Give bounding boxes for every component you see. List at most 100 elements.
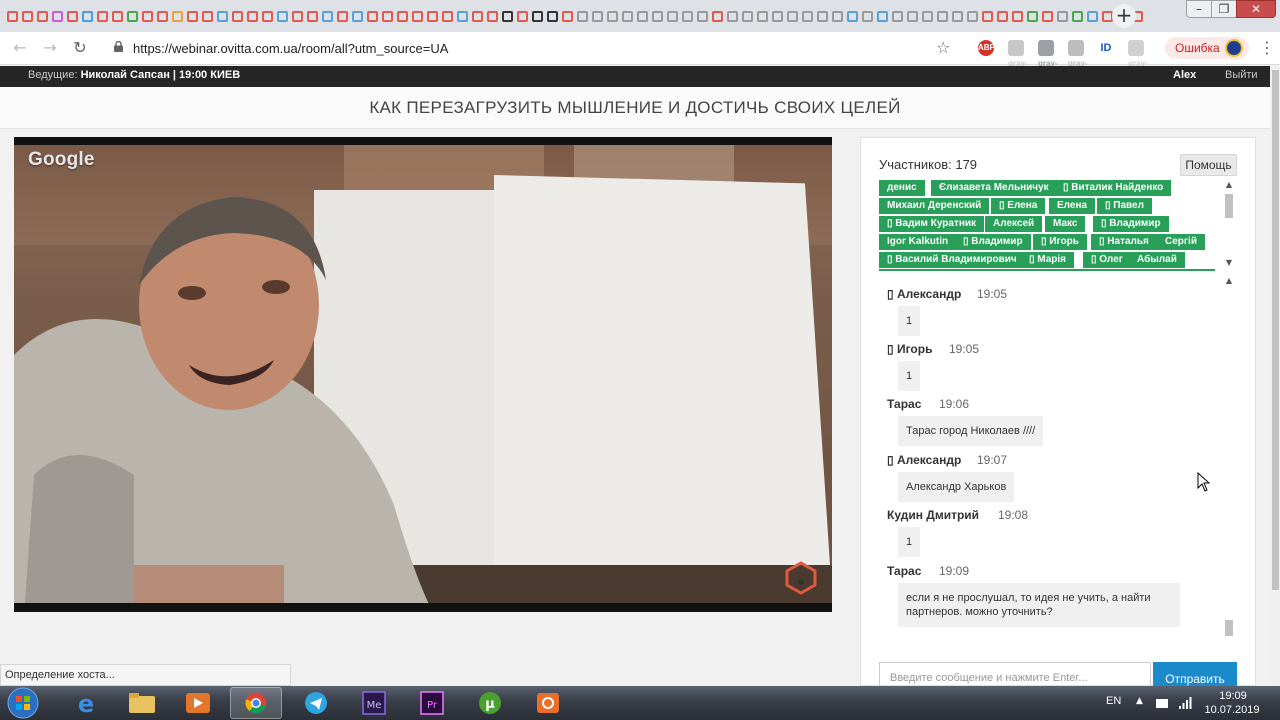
- tab-favicon-icon[interactable]: [1071, 6, 1084, 26]
- tab-favicon-icon[interactable]: [696, 6, 709, 26]
- tab-favicon-icon[interactable]: [351, 6, 364, 26]
- participant-chip[interactable]: Михаил Деренский: [879, 198, 990, 214]
- page-scrollbar[interactable]: [1270, 66, 1280, 686]
- chat-scrollbar[interactable]: ▲: [1222, 276, 1236, 641]
- scroll-thumb[interactable]: [1225, 194, 1233, 218]
- participant-chip[interactable]: Igor Kalkutin: [879, 234, 957, 250]
- tab-favicon-icon[interactable]: [1026, 6, 1039, 26]
- tab-favicon-icon[interactable]: [426, 6, 439, 26]
- participant-chip[interactable]: Єлизавета Мельничук: [931, 180, 1057, 196]
- participant-chip[interactable]: ▯ Марія: [1021, 252, 1075, 268]
- tab-favicon-icon[interactable]: [216, 6, 229, 26]
- tab-favicon-icon[interactable]: [891, 6, 904, 26]
- participant-chip[interactable]: Макс: [1045, 216, 1086, 232]
- tab-favicon-icon[interactable]: [621, 6, 634, 26]
- participant-chip[interactable]: Абылай: [1129, 252, 1185, 268]
- participant-list-scrollbar[interactable]: ▲ ▼: [1222, 180, 1236, 268]
- participant-chip[interactable]: ▯ Василий Владимирович: [879, 252, 1025, 268]
- file-explorer-taskbar-icon[interactable]: [116, 687, 168, 719]
- tab-favicon-icon[interactable]: [396, 6, 409, 26]
- internet-explorer-taskbar-icon[interactable]: e: [60, 687, 112, 719]
- chrome-taskbar-icon[interactable]: [230, 687, 282, 719]
- tab-favicon-icon[interactable]: [576, 6, 589, 26]
- tab-favicon-icon[interactable]: [591, 6, 604, 26]
- mail-taskbar-icon[interactable]: [522, 687, 574, 719]
- tab-favicon-icon[interactable]: [51, 6, 64, 26]
- tab-favicon-icon[interactable]: [231, 6, 244, 26]
- tab-favicon-icon[interactable]: [636, 6, 649, 26]
- video-player[interactable]: Google: [14, 137, 832, 612]
- address-bar[interactable]: https://webinar.ovitta.com.ua/room/all?u…: [102, 35, 968, 61]
- bookmark-star-icon[interactable]: ☆: [936, 38, 950, 57]
- tab-favicon-icon[interactable]: [561, 6, 574, 26]
- participant-chip[interactable]: ▯ Владимир: [1093, 216, 1169, 232]
- tab-favicon-icon[interactable]: [831, 6, 844, 26]
- participant-chip[interactable]: ▯ Игорь: [1033, 234, 1087, 250]
- profile-error-chip[interactable]: Ошибка: [1165, 37, 1249, 59]
- tab-favicon-icon[interactable]: [966, 6, 979, 26]
- tab-favicon-icon[interactable]: [171, 6, 184, 26]
- adblock-extension-icon[interactable]: ABP: [978, 40, 995, 56]
- tab-favicon-icon[interactable]: [126, 6, 139, 26]
- tab-favicon-icon[interactable]: [771, 6, 784, 26]
- tab-favicon-icon[interactable]: [936, 6, 949, 26]
- tab-favicon-icon[interactable]: [381, 6, 394, 26]
- tab-favicon-icon[interactable]: [921, 6, 934, 26]
- tab-favicon-icon[interactable]: [726, 6, 739, 26]
- participant-chip[interactable]: Алексей: [985, 216, 1043, 232]
- tab-favicon-icon[interactable]: [1086, 6, 1099, 26]
- participant-chip[interactable]: ▯ Павел: [1097, 198, 1152, 214]
- tab-favicon-icon[interactable]: [546, 6, 559, 26]
- tab-favicon-icon[interactable]: [981, 6, 994, 26]
- window-minimize-button[interactable]: –: [1186, 0, 1212, 18]
- tab-favicon-icon[interactable]: [816, 6, 829, 26]
- tab-favicon-icon[interactable]: [516, 6, 529, 26]
- participant-chip[interactable]: ▯ Олег: [1083, 252, 1131, 268]
- scroll-down-arrow-icon[interactable]: ▼: [1224, 258, 1234, 267]
- tab-favicon-icon[interactable]: [186, 6, 199, 26]
- tab-favicon-icon[interactable]: [456, 6, 469, 26]
- tab-favicon-icon[interactable]: [486, 6, 499, 26]
- participant-chip[interactable]: ▯ Елена: [991, 198, 1046, 214]
- tab-favicon-icon[interactable]: [501, 6, 514, 26]
- tab-favicon-icon[interactable]: [606, 6, 619, 26]
- tab-favicon-icon[interactable]: [66, 6, 79, 26]
- tab-favicon-icon[interactable]: [651, 6, 664, 26]
- tab-favicon-icon[interactable]: [141, 6, 154, 26]
- participant-chip[interactable]: ▯ Наталья: [1091, 234, 1157, 250]
- tab-favicon-icon[interactable]: [711, 6, 724, 26]
- scroll-up-arrow-icon[interactable]: ▲: [1224, 276, 1234, 285]
- window-close-button[interactable]: ✕: [1236, 0, 1276, 18]
- tab-favicon-icon[interactable]: [666, 6, 679, 26]
- tab-favicon-icon[interactable]: [81, 6, 94, 26]
- extension-icon[interactable]: ext-gray-4: [1128, 40, 1148, 84]
- tab-favicon-icon[interactable]: [906, 6, 919, 26]
- utorrent-taskbar-icon[interactable]: µ: [464, 687, 516, 719]
- clock-time[interactable]: 19:09: [1210, 690, 1256, 702]
- tab-favicon-icon[interactable]: [96, 6, 109, 26]
- chat-message-input[interactable]: Введите сообщение и нажмите Enter...: [879, 662, 1151, 688]
- language-indicator[interactable]: EN: [1106, 695, 1121, 707]
- tab-favicon-icon[interactable]: [756, 6, 769, 26]
- tab-favicon-icon[interactable]: [801, 6, 814, 26]
- participant-chip[interactable]: Сергій: [1157, 234, 1205, 250]
- participant-chip[interactable]: денис: [879, 180, 925, 196]
- network-icon[interactable]: [1178, 696, 1192, 710]
- tab-favicon-icon[interactable]: [306, 6, 319, 26]
- forward-button[interactable]: →: [39, 37, 61, 59]
- window-maximize-button[interactable]: ❐: [1211, 0, 1237, 18]
- tab-favicon-icon[interactable]: [36, 6, 49, 26]
- tab-favicon-icon[interactable]: [741, 6, 754, 26]
- tab-favicon-icon[interactable]: [261, 6, 274, 26]
- tab-favicon-icon[interactable]: [246, 6, 259, 26]
- tab-favicon-icon[interactable]: [321, 6, 334, 26]
- logout-link[interactable]: Выйти: [1225, 69, 1258, 81]
- media-player-taskbar-icon[interactable]: [172, 687, 224, 719]
- help-button[interactable]: Помощь: [1180, 154, 1237, 176]
- reload-button[interactable]: ↻: [69, 37, 91, 59]
- participant-chip[interactable]: ▯ Вадим Куратник: [879, 216, 985, 232]
- tab-favicon-icon[interactable]: [1041, 6, 1054, 26]
- tab-favicon-icon[interactable]: [366, 6, 379, 26]
- tab-favicon-icon[interactable]: [411, 6, 424, 26]
- premiere-pro-taskbar-icon[interactable]: Pr: [406, 687, 458, 719]
